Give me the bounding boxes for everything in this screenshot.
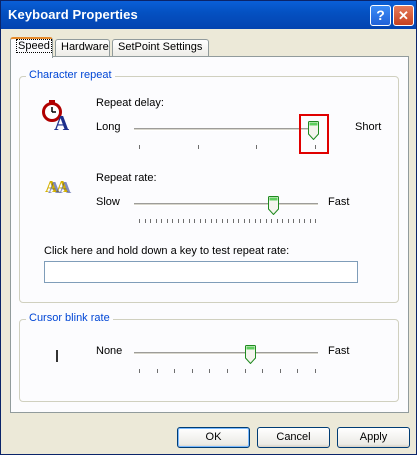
- apply-button[interactable]: Apply: [337, 427, 410, 448]
- cancel-button[interactable]: Cancel: [257, 427, 330, 448]
- slider-tick: [139, 145, 140, 149]
- slider-tick: [178, 219, 179, 223]
- slider-tick: [216, 219, 217, 223]
- slider-tick: [280, 369, 281, 373]
- svg-text:A: A: [54, 111, 70, 132]
- slider-tick: [172, 219, 173, 223]
- cursor-blink-track[interactable]: [134, 352, 318, 355]
- slider-tick: [200, 219, 201, 223]
- tab-speed[interactable]: Speed: [10, 37, 53, 58]
- slider-tick: [297, 369, 298, 373]
- slider-tick: [139, 369, 140, 373]
- slider-tick: [156, 219, 157, 223]
- slider-tick: [271, 219, 272, 223]
- slider-tick: [266, 219, 267, 223]
- slider-tick: [209, 369, 210, 373]
- tab-setpoint-label: SetPoint Settings: [118, 41, 203, 53]
- repeat-rate-ticks: [139, 219, 316, 223]
- cursor-blink-title: Cursor blink rate: [26, 312, 113, 324]
- repeat-delay-label: Repeat delay:: [96, 97, 164, 109]
- repeat-rate-min-label: Slow: [96, 196, 120, 208]
- repeat-delay-min-label: Long: [96, 121, 121, 133]
- slider-tick: [205, 219, 206, 223]
- slider-tick: [222, 219, 223, 223]
- tab-hardware[interactable]: Hardware: [55, 39, 110, 57]
- tab-setpoint-settings[interactable]: SetPoint Settings: [112, 39, 209, 57]
- test-repeat-input[interactable]: [44, 261, 358, 283]
- tab-speed-label: Speed: [16, 39, 52, 53]
- slider-tick: [192, 369, 193, 373]
- text-cursor-icon: [56, 350, 58, 362]
- slider-tick: [227, 219, 228, 223]
- slider-tick: [282, 219, 283, 223]
- tab-hardware-label: Hardware: [61, 41, 109, 53]
- test-repeat-label: Click here and hold down a key to test r…: [44, 245, 290, 257]
- cursor-blink-group: Cursor blink rate: [19, 312, 399, 402]
- slider-tick: [245, 369, 246, 373]
- keyboard-properties-dialog: Keyboard Properties ? ✕ Speed Hardware S…: [0, 0, 417, 455]
- slider-tick: [194, 219, 195, 223]
- close-button[interactable]: ✕: [393, 5, 414, 26]
- slider-tick: [198, 145, 199, 149]
- slider-tick: [227, 369, 228, 373]
- slider-tick: [189, 219, 190, 223]
- slider-tick: [255, 219, 256, 223]
- slider-tick: [262, 369, 263, 373]
- help-button[interactable]: ?: [370, 5, 391, 26]
- repeat-delay-ticks: [139, 145, 316, 149]
- repeat-delay-max-label: Short: [355, 121, 382, 133]
- svg-text:A: A: [59, 178, 72, 196]
- cursor-blink-max-label: Fast: [328, 345, 350, 357]
- repeat-rate-label: Repeat rate:: [96, 172, 157, 184]
- slider-tick: [315, 219, 316, 223]
- slider-tick: [277, 219, 278, 223]
- ok-button[interactable]: OK: [177, 427, 250, 448]
- slider-tick: [238, 219, 239, 223]
- repeat-delay-track[interactable]: [134, 128, 317, 131]
- slider-tick: [211, 219, 212, 223]
- slider-tick: [183, 219, 184, 223]
- speed-tab-panel: Character repeat A Repeat delay: Long Sh…: [10, 56, 409, 413]
- window-title: Keyboard Properties: [8, 7, 138, 22]
- repeat-rate-slider-thumb[interactable]: [268, 196, 279, 215]
- cursor-blink-ticks: [139, 369, 316, 373]
- slider-tick: [256, 145, 257, 149]
- repeat-delay-icon: A: [42, 100, 70, 132]
- slider-tick: [150, 219, 151, 223]
- slider-tick: [157, 369, 158, 373]
- repeat-rate-track[interactable]: [134, 203, 318, 206]
- slider-tick: [299, 219, 300, 223]
- slider-tick: [233, 219, 234, 223]
- repeat-rate-icon: A A A A: [45, 177, 72, 196]
- slider-tick: [145, 219, 146, 223]
- slider-tick: [310, 219, 311, 223]
- slider-tick: [288, 219, 289, 223]
- slider-tick: [260, 219, 261, 223]
- cursor-blink-min-label: None: [96, 345, 123, 357]
- title-bar[interactable]: Keyboard Properties ? ✕: [1, 1, 416, 29]
- slider-tick: [249, 219, 250, 223]
- slider-tick: [161, 219, 162, 223]
- cursor-blink-slider-thumb[interactable]: [245, 345, 256, 364]
- slider-tick: [244, 219, 245, 223]
- character-repeat-title: Character repeat: [26, 69, 115, 81]
- slider-tick: [293, 219, 294, 223]
- repeat-rate-max-label: Fast: [328, 196, 350, 208]
- slider-tick: [315, 369, 316, 373]
- slider-tick: [304, 219, 305, 223]
- slider-tick: [174, 369, 175, 373]
- slider-tick: [167, 219, 168, 223]
- selection-highlight: [299, 114, 329, 154]
- slider-tick: [139, 219, 140, 223]
